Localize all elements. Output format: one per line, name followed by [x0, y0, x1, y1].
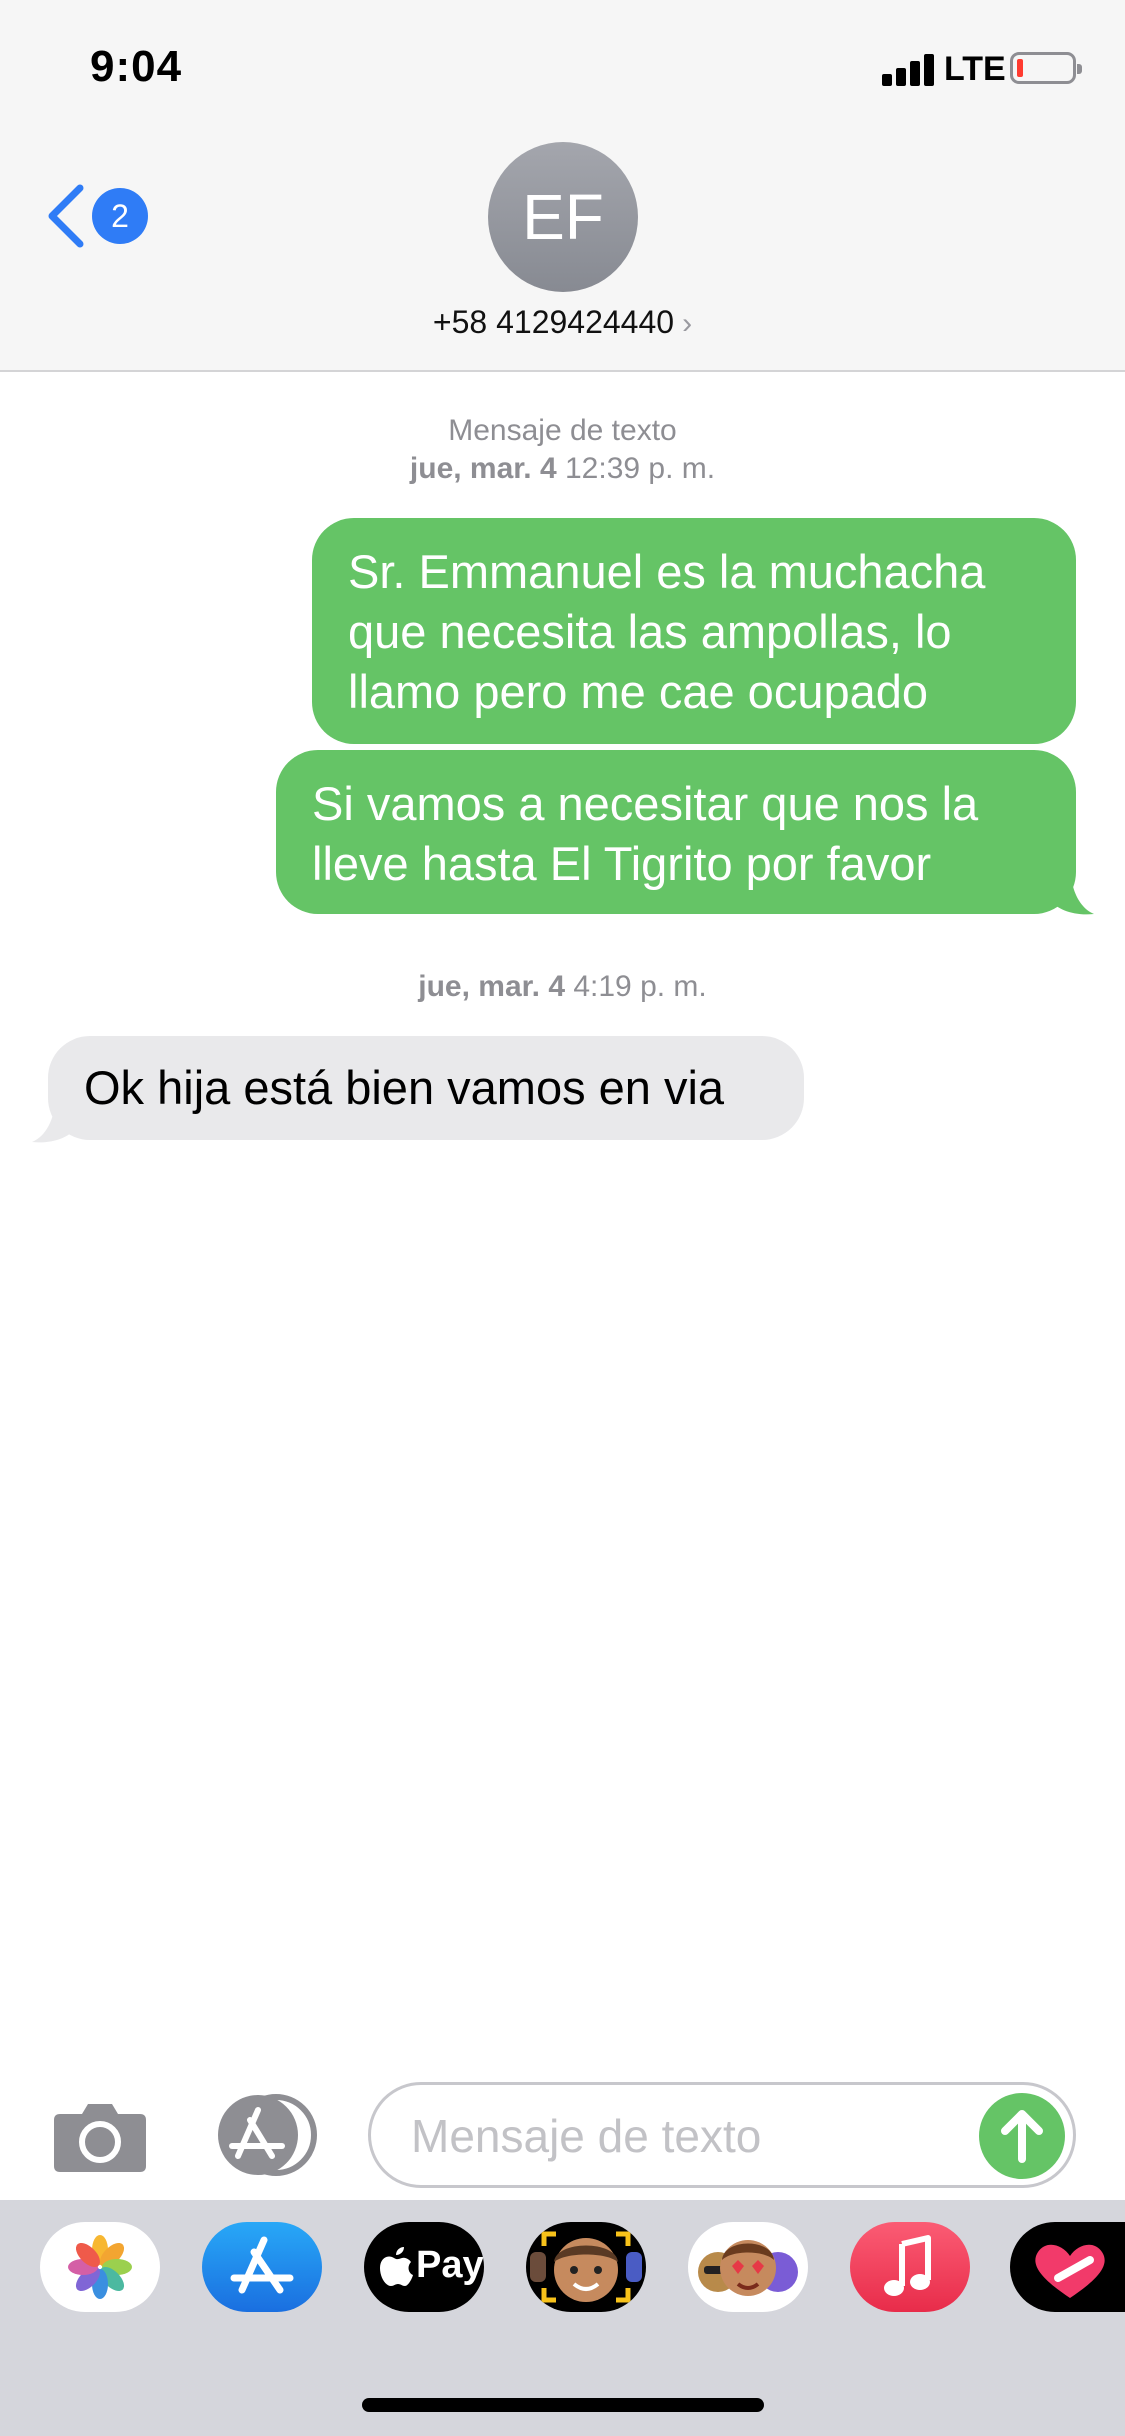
status-time: 9:04	[90, 42, 183, 91]
timestamp: jue, mar. 4 4:19 p. m.	[418, 970, 707, 1003]
contact-name-button[interactable]: +58 4129424440 ›	[0, 304, 1125, 341]
battery-icon	[1010, 52, 1082, 84]
apple-pay-icon[interactable]: Pay	[364, 2222, 484, 2312]
sent-message[interactable]: Si vamos a necesitar que nos la lleve ha…	[276, 750, 1076, 914]
message-input-field[interactable]	[368, 2082, 1076, 2188]
message-line: Sr. Emmanuel es la muchacha	[348, 545, 986, 598]
received-message[interactable]: Ok hija está bien vamos en via	[48, 1036, 804, 1140]
message-text: Ok hija está bien vamos en via	[84, 1061, 725, 1114]
camera-icon[interactable]	[52, 2098, 148, 2174]
back-button[interactable]: 2	[44, 178, 154, 254]
timestamp: jue, mar. 4 12:39 p. m.	[409, 452, 716, 485]
message-line: que necesita las ampollas, lo	[348, 605, 952, 658]
bubble-tail	[32, 1098, 76, 1143]
photos-icon[interactable]	[40, 2222, 160, 2312]
arrow-up-icon	[1001, 2110, 1043, 2163]
message-line: lleve hasta El Tigrito por favor	[312, 837, 932, 890]
home-indicator[interactable]	[362, 2398, 764, 2412]
apple-pay-label: Pay	[416, 2244, 484, 2286]
message-input[interactable]	[411, 2107, 971, 2165]
chevron-left-icon	[48, 184, 84, 248]
digital-touch-icon[interactable]	[1010, 2222, 1125, 2312]
contact-avatar[interactable]: EF	[488, 142, 638, 292]
navigation-header: 9:04 LTE 2 EF +58 4129424440 ›	[0, 0, 1125, 372]
chevron-right-icon: ›	[682, 307, 693, 340]
animoji-stickers-icon[interactable]	[688, 2222, 808, 2312]
music-icon[interactable]	[850, 2222, 970, 2312]
app-store-icon[interactable]	[202, 2222, 322, 2312]
cellular-signal-icon	[882, 52, 936, 86]
contact-name: +58 4129424440	[432, 304, 675, 340]
unread-badge: 2	[92, 188, 148, 244]
sent-message[interactable]: Sr. Emmanuel es la muchacha que necesita…	[312, 518, 1076, 744]
message-line: llamo pero me cae ocupado	[348, 665, 929, 718]
memoji-icon[interactable]	[526, 2222, 646, 2312]
message-line: Si vamos a necesitar que nos la	[312, 777, 979, 830]
app-store-toggle-icon[interactable]	[210, 2094, 318, 2176]
bubble-tail	[1050, 870, 1094, 915]
send-button[interactable]	[979, 2093, 1065, 2179]
network-type: LTE	[944, 50, 1006, 88]
message-service-label: Mensaje de texto	[448, 414, 677, 447]
